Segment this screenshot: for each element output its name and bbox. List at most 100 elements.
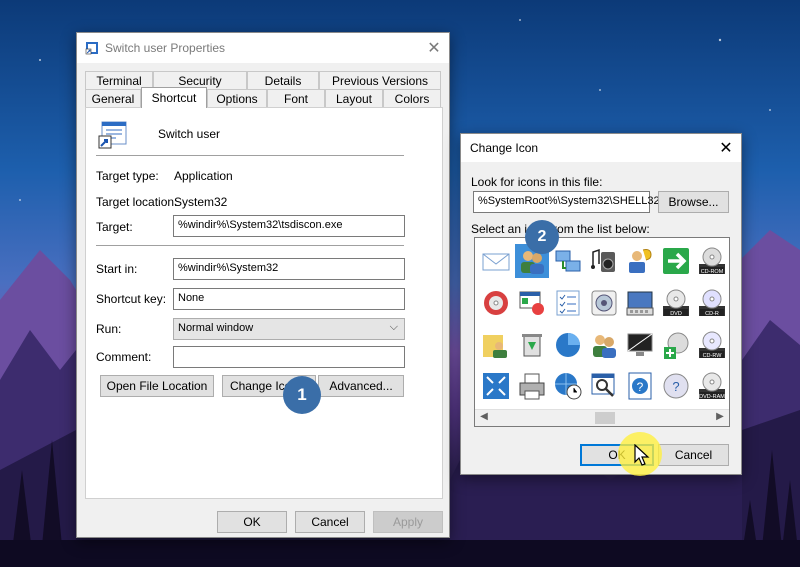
- icon-option-go-arrow[interactable]: [659, 244, 693, 278]
- icon-option-folder-users[interactable]: [479, 328, 513, 362]
- switch-user-properties-window: Switch user Properties ✕ Terminal Securi…: [76, 32, 450, 538]
- start-in-input[interactable]: %windir%\System32: [173, 258, 405, 280]
- tab-previous-versions[interactable]: Previous Versions: [319, 71, 441, 89]
- icon-option-programs[interactable]: [515, 286, 549, 320]
- icon-option-dvd-ram[interactable]: DVD-RAM: [695, 369, 729, 403]
- cd-rom-icon: CD-ROM: [699, 247, 725, 275]
- target-location-value: System32: [174, 195, 228, 209]
- icon-option-envelope[interactable]: [479, 244, 513, 278]
- icon-option-cd-rom[interactable]: CD-ROM: [695, 244, 729, 278]
- scroll-right-icon[interactable]: ▶: [713, 411, 727, 422]
- icon-option-checklist[interactable]: [551, 286, 585, 320]
- icon-option-cd-rw[interactable]: CD-RW: [695, 328, 729, 362]
- tab-colors[interactable]: Colors: [383, 89, 441, 107]
- mouse-cursor-icon: [634, 444, 650, 466]
- scroll-left-icon[interactable]: ◀: [477, 411, 491, 422]
- tab-general[interactable]: General: [85, 89, 141, 107]
- icon-option-keyboard[interactable]: [623, 286, 657, 320]
- cd-r-icon: CD-R: [699, 289, 725, 317]
- cd-rw-icon: CD-RW: [699, 331, 725, 359]
- target-type-value: Application: [174, 169, 233, 183]
- icon-option-question-disc[interactable]: ?: [659, 369, 693, 403]
- comment-input[interactable]: [173, 346, 405, 368]
- open-file-location-button[interactable]: Open File Location: [100, 375, 214, 397]
- shortcut-tab-panel: Switch user Target type: Application Tar…: [85, 107, 443, 499]
- icon-option-network[interactable]: [551, 244, 585, 278]
- target-input[interactable]: %windir%\System32\tsdiscon.exe: [173, 215, 405, 237]
- search-window-icon: [591, 373, 615, 397]
- monitor-icon: [627, 333, 653, 356]
- network-icon: [555, 250, 581, 272]
- svg-text:CD-ROM: CD-ROM: [701, 269, 724, 275]
- browse-button[interactable]: Browse...: [658, 191, 729, 213]
- change-icon-dialog: Change Icon ✕ Look for icons in this fil…: [460, 133, 742, 475]
- envelope-icon: [482, 253, 510, 271]
- change-icon-title: Change Icon: [470, 141, 539, 155]
- icon-option-music[interactable]: [587, 244, 621, 278]
- icon-option-pie-chart[interactable]: [551, 328, 585, 362]
- start-in-label: Start in:: [96, 262, 138, 276]
- shortcut-name: Switch user: [158, 127, 221, 141]
- tab-options[interactable]: Options: [207, 89, 267, 107]
- tabs-row-2: General Shortcut Options Font Layout Col…: [85, 87, 441, 108]
- comment-label: Comment:: [96, 350, 152, 364]
- select-icon-label: Select an icon from the list below:: [471, 222, 650, 236]
- shortcut-app-icon: [85, 42, 98, 55]
- folder-users-icon: [483, 335, 507, 358]
- close-icon[interactable]: ✕: [419, 33, 449, 63]
- gear-disk-icon: [591, 290, 617, 316]
- separator: [96, 155, 404, 156]
- icon-option-fullscreen[interactable]: [479, 369, 513, 403]
- shortcut-key-label: Shortcut key:: [96, 292, 167, 306]
- icon-option-printer[interactable]: [515, 369, 549, 403]
- properties-title: Switch user Properties: [105, 41, 226, 55]
- tab-details[interactable]: Details: [247, 71, 319, 89]
- properties-titlebar: Switch user Properties ✕: [77, 33, 449, 63]
- ok-button[interactable]: OK: [217, 511, 287, 533]
- icon-option-help[interactable]: ?: [623, 369, 657, 403]
- target-location-label: Target location:: [96, 195, 178, 209]
- programs-icon: [519, 291, 544, 315]
- icon-option-help-user[interactable]: [623, 244, 657, 278]
- checklist-icon: [556, 290, 580, 316]
- svg-text:DVD: DVD: [670, 311, 682, 317]
- pie-chart-icon: [556, 333, 580, 357]
- horizontal-scrollbar[interactable]: ◀ ▶: [475, 409, 729, 426]
- tab-layout[interactable]: Layout: [325, 89, 383, 107]
- help-icon: ?: [628, 372, 652, 400]
- svg-text:DVD-RAM: DVD-RAM: [699, 394, 725, 400]
- icon-option-search-window[interactable]: [587, 369, 621, 403]
- tab-shortcut[interactable]: Shortcut: [141, 87, 207, 108]
- run-label: Run:: [96, 322, 122, 336]
- icon-option-monitor[interactable]: [623, 328, 657, 362]
- icon-option-disc-red[interactable]: [479, 286, 513, 320]
- help-user-icon: [629, 249, 652, 273]
- apply-button[interactable]: Apply: [373, 511, 443, 533]
- target-type-label: Target type:: [96, 169, 159, 183]
- svg-text:?: ?: [637, 380, 644, 394]
- icon-option-gear-disk[interactable]: [587, 286, 621, 320]
- tab-font[interactable]: Font: [267, 89, 325, 107]
- svg-text:CD-RW: CD-RW: [703, 353, 723, 359]
- fullscreen-icon: [483, 373, 509, 399]
- advanced-button[interactable]: Advanced...: [318, 375, 404, 397]
- icon-option-recycle[interactable]: [515, 328, 549, 362]
- separator: [96, 245, 404, 246]
- icon-option-two-users[interactable]: [587, 328, 621, 362]
- look-for-icons-label: Look for icons in this file:: [471, 175, 603, 189]
- icon-file-path-input[interactable]: %SystemRoot%\System32\SHELL32: [473, 191, 660, 213]
- svg-text:?: ?: [672, 379, 679, 394]
- target-label: Target:: [96, 220, 133, 234]
- icon-option-cd-r[interactable]: CD-R: [695, 286, 729, 320]
- run-select[interactable]: Normal window ⌵: [173, 318, 405, 340]
- scrollbar-thumb[interactable]: [595, 412, 615, 424]
- icon-option-globe-clock[interactable]: [551, 369, 585, 403]
- cancel-button[interactable]: Cancel: [295, 511, 365, 533]
- change-icon-cancel-button[interactable]: Cancel: [658, 444, 729, 466]
- icon-option-dvd-drive[interactable]: DVD: [659, 286, 693, 320]
- close-icon[interactable]: ✕: [711, 133, 741, 163]
- icon-option-add-disc[interactable]: [659, 328, 693, 362]
- shortcut-key-input[interactable]: None: [173, 288, 405, 310]
- icon-list[interactable]: ◀ ▶ CD-ROM DVD CD-R CD-RW?? DVD-RAM: [474, 237, 730, 427]
- keyboard-icon: [626, 291, 654, 316]
